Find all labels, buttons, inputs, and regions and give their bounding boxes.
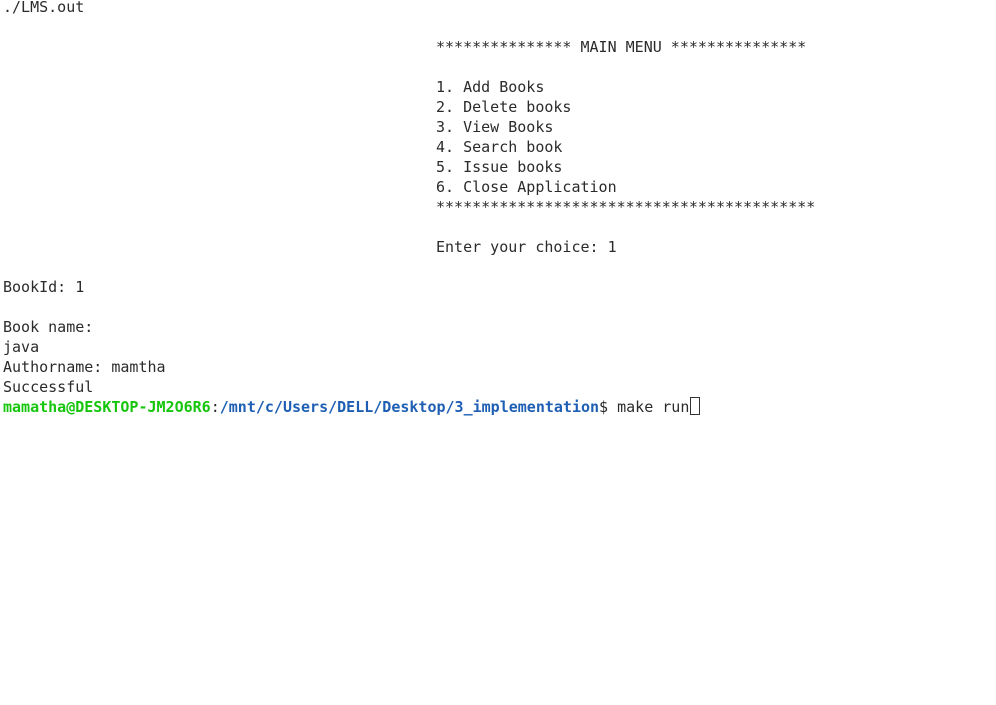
prompt-path: /mnt/c/Users/DELL/Desktop/3_implementati…: [219, 398, 600, 416]
menu-item-search-book: 4. Search book: [436, 138, 563, 156]
status-output: Successful: [3, 378, 94, 396]
book-id-output: BookId: 1: [3, 278, 85, 296]
prompt-user-host: mamatha@DESKTOP-JM2O6R6: [3, 398, 211, 416]
terminal-window[interactable]: ./LMS.out *************** MAIN MENU ****…: [0, 0, 996, 705]
menu-item-delete-books: 2. Delete books: [436, 98, 572, 116]
menu-item-add-books: 1. Add Books: [436, 78, 545, 96]
text-cursor: [690, 397, 701, 415]
shell-prompt-line[interactable]: mamatha@DESKTOP-JM2O6R6:/mnt/c/Users/DEL…: [3, 397, 701, 417]
prompt-separator: :: [210, 398, 220, 416]
menu-header: *************** MAIN MENU **************…: [436, 38, 807, 56]
prompt-dollar: $: [599, 398, 618, 416]
author-output: Authorname: mamtha: [3, 358, 166, 376]
book-name-value: java: [3, 338, 40, 356]
menu-item-issue-books: 5. Issue books: [436, 158, 563, 176]
menu-item-view-books: 3. View Books: [436, 118, 554, 136]
book-name-label: Book name:: [3, 318, 94, 336]
command-line: ./LMS.out: [3, 0, 85, 16]
menu-footer: ****************************************…: [436, 198, 816, 216]
menu-item-close-application: 6. Close Application: [436, 178, 617, 196]
choice-prompt: Enter your choice: 1: [436, 238, 617, 256]
command-input[interactable]: make run: [617, 398, 689, 416]
